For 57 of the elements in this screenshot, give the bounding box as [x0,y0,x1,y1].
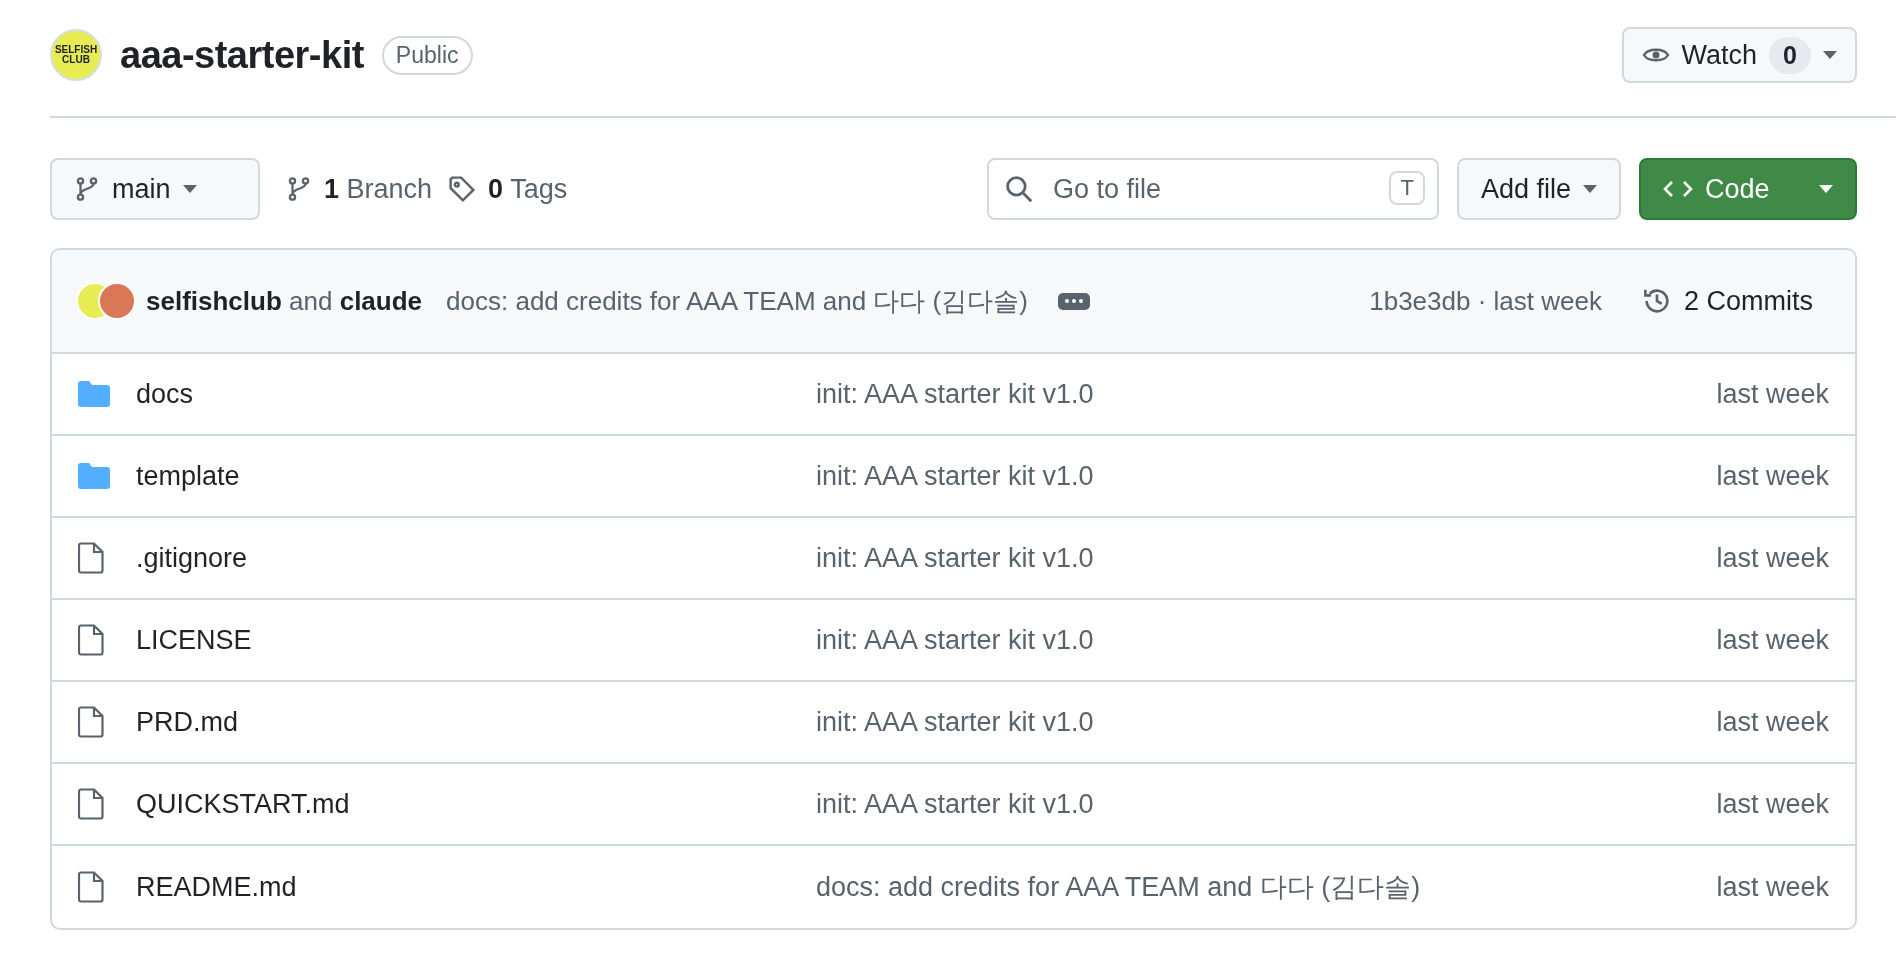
watch-button[interactable]: Watch 0 [1621,27,1857,83]
file-updated-time: last week [1716,706,1829,738]
search-icon [1004,175,1033,203]
file-name[interactable]: .gitignore [136,542,816,574]
file-commit-message[interactable]: docs: add credits for AAA TEAM and 다다 (김다솔) [816,869,1717,905]
file-icon [78,871,104,903]
avatar-text: CLUB [62,55,90,65]
file-updated-time: last week [1716,460,1829,492]
branch-icon [74,175,100,203]
file-name[interactable]: QUICKSTART.md [136,788,816,820]
commit-authors: selfishclub and claude [146,285,423,317]
history-icon [1642,286,1672,316]
tag-icon [448,175,477,203]
watch-label: Watch [1681,39,1758,71]
caret-icon [182,185,197,193]
shortcut-key: T [1389,171,1425,205]
folder-icon [78,381,110,407]
file-icon [78,542,104,574]
avatar-text: SELFISH [54,45,98,55]
file-name[interactable]: docs [136,378,816,410]
visibility-label: Public [381,35,473,75]
branches-link[interactable]: 1 Branch [278,173,441,205]
file-commit-message[interactable]: init: AAA starter kit v1.0 [816,706,1717,738]
caret-icon [1823,51,1837,59]
file-name[interactable]: template [136,460,816,492]
caret-icon [1819,185,1833,193]
file-commit-message[interactable]: init: AAA starter kit v1.0 [816,542,1717,574]
coauthor-avatar [98,282,136,320]
file-name[interactable]: LICENSE [136,624,816,656]
file-icon [78,706,104,738]
add-file-button[interactable]: Add file [1456,158,1621,220]
code-button[interactable]: Code [1639,158,1857,220]
branch-icon [286,175,312,203]
commit-info: 1b3e3db · last week [1369,285,1602,317]
file-commit-message[interactable]: init: AAA starter kit v1.0 [816,624,1717,656]
file-updated-time: last week [1716,624,1829,656]
file-name[interactable]: PRD.md [136,706,816,738]
file-updated-time: last week [1716,788,1829,820]
folder-icon [78,463,110,489]
file-icon [78,624,104,656]
file-commit-message[interactable]: init: AAA starter kit v1.0 [816,378,1717,410]
more-button[interactable] [1057,292,1090,310]
watch-count: 0 [1769,36,1811,74]
file-commit-message[interactable]: init: AAA starter kit v1.0 [816,460,1717,492]
tags-link[interactable]: 0 Tags [440,173,576,205]
commit-message[interactable]: docs: add credits for AAA TEAM and 다다 (김다솔) [446,283,1028,319]
file-icon [78,788,104,820]
code-icon [1663,179,1693,199]
file-name[interactable]: README.md [136,871,816,903]
commits-link[interactable]: 2 Commits [1634,285,1821,317]
repo-name: aaa-starter-kit [120,33,364,77]
file-commit-message[interactable]: init: AAA starter kit v1.0 [816,788,1717,820]
file-updated-time: last week [1716,542,1829,574]
file-updated-time: last week [1716,378,1829,410]
caret-icon [1583,185,1597,193]
file-updated-time: last week [1716,871,1829,903]
branch-select[interactable]: main [50,158,260,220]
